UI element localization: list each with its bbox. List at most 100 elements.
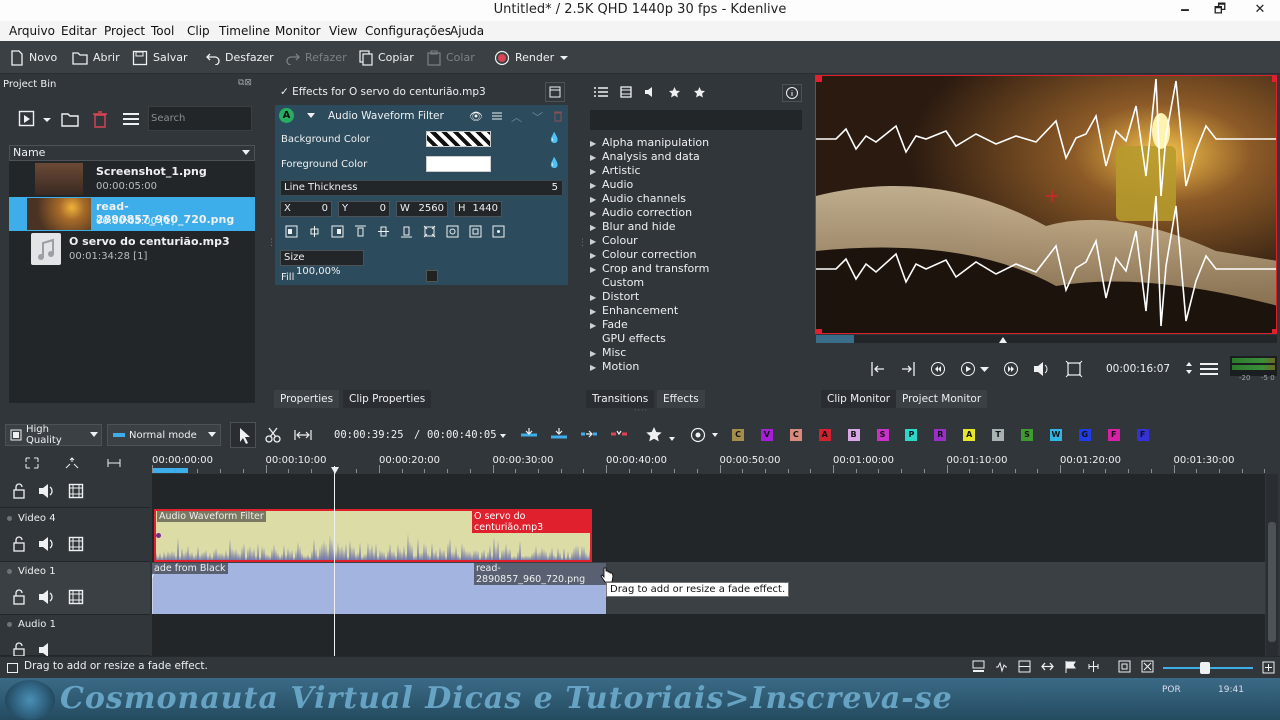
redo-button[interactable]: Refazer bbox=[286, 47, 347, 68]
monitor-playhead-marker[interactable] bbox=[999, 337, 1007, 343]
insert-icon[interactable] bbox=[520, 427, 538, 441]
timeline-playhead[interactable] bbox=[334, 466, 335, 656]
quick-effect-button[interactable]: V bbox=[760, 429, 773, 441]
effect-category-item[interactable]: ▶ Distort bbox=[590, 290, 639, 303]
chevron-down-icon[interactable] bbox=[669, 437, 675, 442]
quick-effect-button[interactable]: B bbox=[847, 429, 860, 441]
fit-width-icon[interactable] bbox=[446, 225, 459, 238]
lock-icon[interactable] bbox=[12, 642, 26, 656]
tab-clip-properties[interactable]: Clip Properties bbox=[343, 390, 432, 408]
video-hide-icon[interactable] bbox=[68, 589, 84, 605]
eye-icon[interactable]: 👁 bbox=[469, 110, 483, 123]
split-audio-icon[interactable] bbox=[1018, 660, 1031, 673]
volume-icon[interactable] bbox=[1033, 361, 1051, 377]
edit-mode-dropdown[interactable]: Normal mode bbox=[107, 424, 221, 446]
quick-effect-button[interactable]: C bbox=[789, 429, 802, 441]
lift-icon[interactable] bbox=[580, 427, 598, 441]
zoom-out-icon[interactable] bbox=[1141, 660, 1154, 673]
audio-clip[interactable]: Audio Waveform Filter O servo do centuri… bbox=[154, 509, 592, 562]
menu-view[interactable]: View bbox=[329, 24, 357, 38]
menu-project[interactable]: Project bbox=[104, 24, 145, 38]
effect-category-item[interactable]: ▶ Audio correction bbox=[590, 206, 692, 219]
dock-splitter-handle[interactable]: ···· bbox=[634, 406, 648, 415]
scrollbar-thumb[interactable] bbox=[1268, 522, 1276, 642]
menu-monitor[interactable]: Monitor bbox=[275, 24, 321, 38]
panel-float-icon[interactable]: ⧉⊠ bbox=[238, 78, 252, 88]
y-field[interactable]: Y0 bbox=[338, 201, 390, 217]
close-button[interactable]: ✕ bbox=[1240, 0, 1280, 21]
move-up-icon[interactable]: ︿ bbox=[511, 109, 522, 125]
effect-category-item[interactable]: ▶ Colour correction bbox=[590, 248, 696, 261]
list-view-icon[interactable] bbox=[594, 86, 608, 99]
razor-tool-icon[interactable] bbox=[265, 427, 281, 443]
custom-effects-icon[interactable] bbox=[668, 86, 681, 99]
effect-category-item[interactable]: ▶ Misc bbox=[590, 346, 626, 359]
track-tools-icon[interactable] bbox=[107, 458, 121, 468]
splitter-handle[interactable]: ⋮ bbox=[578, 238, 587, 248]
effect-category-item[interactable]: ▶ Fade bbox=[590, 318, 628, 331]
new-button[interactable]: Novo bbox=[10, 47, 57, 68]
w-field[interactable]: W 2560 bbox=[396, 201, 448, 217]
quick-effect-button[interactable]: C bbox=[732, 429, 744, 441]
effect-category-item[interactable]: Custom bbox=[590, 276, 644, 289]
image-clip[interactable]: ade from Black read-2890857_960_720.png bbox=[152, 563, 606, 614]
zoom-slider-handle[interactable] bbox=[1200, 662, 1210, 674]
monitor-menu-icon[interactable] bbox=[1200, 362, 1218, 376]
markers-icon[interactable] bbox=[1064, 660, 1077, 673]
fill-checkbox[interactable] bbox=[426, 270, 438, 282]
video-hide-icon[interactable] bbox=[68, 483, 84, 499]
bg-color-swatch[interactable] bbox=[426, 131, 491, 147]
bin-clip[interactable]: O servo do centurião.mp3 00:01:34:28 [1] bbox=[9, 232, 255, 266]
add-clip-icon[interactable] bbox=[18, 110, 36, 128]
ruler-playhead-marker[interactable] bbox=[331, 467, 339, 474]
move-down-icon[interactable]: ﹀ bbox=[532, 109, 543, 125]
selection-tool-button[interactable] bbox=[230, 422, 256, 448]
track-header-audio1[interactable]: Audio 1 bbox=[0, 615, 150, 656]
fit-height-icon[interactable] bbox=[469, 225, 482, 238]
snap-icon[interactable] bbox=[1041, 660, 1054, 673]
timecode-spinner-icon[interactable] bbox=[1185, 361, 1193, 375]
chevron-down-icon[interactable] bbox=[980, 366, 989, 373]
timeline-position[interactable]: 00:00:39:25 bbox=[334, 429, 404, 441]
checkmark-icon[interactable]: ✓ bbox=[280, 86, 289, 98]
bin-search-input[interactable]: Search bbox=[148, 106, 252, 131]
maximize-button[interactable]: 🗗 bbox=[1205, 0, 1235, 21]
effect-category-item[interactable]: ▶ Motion bbox=[590, 360, 639, 373]
menu-ajuda[interactable]: Ajuda bbox=[450, 24, 484, 38]
forward-icon[interactable] bbox=[1003, 361, 1019, 377]
audio-mute-icon[interactable] bbox=[38, 589, 56, 605]
audio-mute-icon[interactable] bbox=[38, 642, 56, 656]
timeline-ruler[interactable]: 00:00:00:00 00:00:10:00 00:00:20:00 00:00:3… bbox=[152, 453, 1266, 474]
info-icon[interactable] bbox=[782, 84, 802, 102]
align-bottom-icon[interactable] bbox=[400, 225, 413, 238]
audio-effects-icon[interactable] bbox=[644, 86, 656, 99]
quick-effect-button[interactable]: R bbox=[934, 429, 947, 441]
menu-editar[interactable]: Editar bbox=[61, 24, 97, 38]
quick-effect-button[interactable]: A bbox=[963, 429, 976, 441]
overwrite-icon[interactable] bbox=[550, 427, 568, 441]
zoom-in-icon[interactable] bbox=[1262, 661, 1275, 674]
quick-effect-button[interactable]: F bbox=[1136, 429, 1149, 441]
spacer-tool-icon[interactable] bbox=[294, 428, 312, 442]
collapse-arrow-icon[interactable] bbox=[306, 112, 316, 120]
delete-effect-icon[interactable] bbox=[553, 110, 563, 122]
timeline-vertical-scrollbar[interactable] bbox=[1266, 474, 1278, 656]
effects-search-input[interactable] bbox=[590, 110, 802, 130]
clip-keyframe-handle[interactable] bbox=[156, 533, 161, 538]
monitor-ruler[interactable] bbox=[816, 335, 1277, 343]
track-active-indicator[interactable] bbox=[7, 516, 12, 521]
align-left-icon[interactable] bbox=[285, 225, 298, 238]
menu-configuracoes[interactable]: Configurações bbox=[365, 24, 451, 38]
align-hcenter-icon[interactable] bbox=[308, 225, 321, 238]
effect-category-item[interactable]: ▶ Blur and hide bbox=[590, 220, 676, 233]
x-field[interactable]: X0 bbox=[280, 201, 332, 217]
bin-column-header[interactable]: Name bbox=[9, 145, 255, 161]
menu-icon[interactable] bbox=[122, 111, 140, 127]
audio-mute-icon[interactable] bbox=[38, 536, 56, 552]
menu-arquivo[interactable]: Arquivo bbox=[9, 24, 55, 38]
render-button[interactable]: Render bbox=[494, 47, 569, 68]
delete-icon[interactable] bbox=[92, 110, 108, 128]
color-picker-icon[interactable]: 💧 bbox=[548, 133, 560, 144]
rewind-icon[interactable] bbox=[930, 361, 946, 377]
quality-dropdown[interactable]: High Quality bbox=[5, 424, 102, 446]
